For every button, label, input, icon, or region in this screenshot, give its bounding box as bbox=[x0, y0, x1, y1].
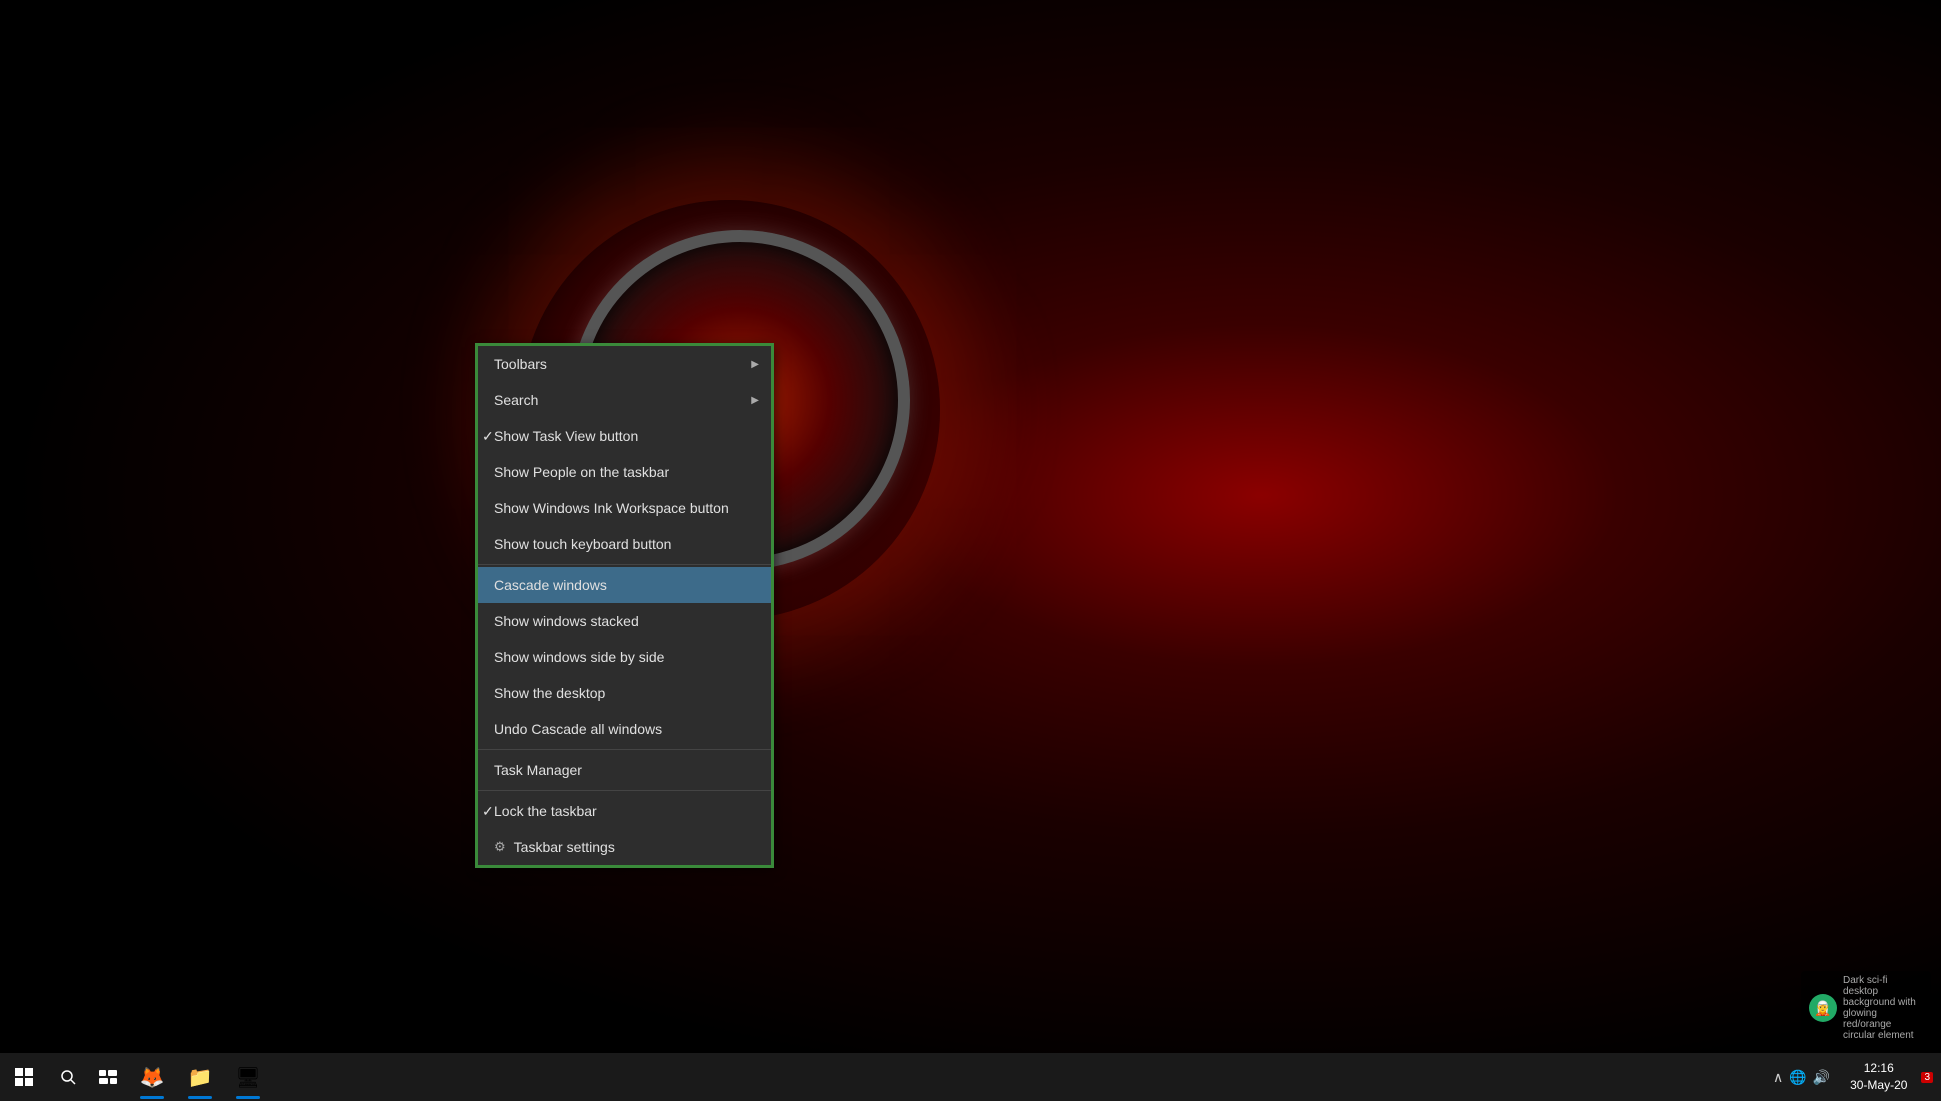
menu-item-lock-taskbar[interactable]: Lock the taskbar bbox=[478, 793, 771, 829]
menu-item-cascade[interactable]: Cascade windows bbox=[478, 567, 771, 603]
menu-item-show-task-view[interactable]: Show Task View button bbox=[478, 418, 771, 454]
tray-chevron[interactable]: ∧ bbox=[1773, 1069, 1783, 1086]
menu-item-show-touch[interactable]: Show touch keyboard button bbox=[478, 526, 771, 562]
menu-item-label: Taskbar settings bbox=[514, 839, 615, 855]
menu-item-show-desktop[interactable]: Show the desktop bbox=[478, 675, 771, 711]
menu-item-label: Show touch keyboard button bbox=[494, 536, 671, 552]
menu-item-show-people[interactable]: Show People on the taskbar bbox=[478, 454, 771, 490]
taskbar-app-rdp[interactable]: 🖥 bbox=[224, 1053, 272, 1101]
task-view-button[interactable] bbox=[88, 1053, 128, 1101]
taskbar-app-firefox[interactable]: 🦊 bbox=[128, 1053, 176, 1101]
menu-divider bbox=[478, 790, 771, 791]
brand-text: Dark sci-fi desktop background with glow… bbox=[1843, 975, 1923, 1041]
menu-item-task-manager[interactable]: Task Manager bbox=[478, 752, 771, 788]
menu-divider bbox=[478, 749, 771, 750]
taskbar-apps: 🦊 📁 🖥 bbox=[128, 1053, 272, 1101]
menu-item-label: Search bbox=[494, 392, 538, 408]
menu-item-toolbars[interactable]: Toolbars bbox=[478, 346, 771, 382]
menu-item-undo-cascade[interactable]: Undo Cascade all windows bbox=[478, 711, 771, 747]
system-clock[interactable]: 12:16 30-May-20 bbox=[1842, 1060, 1915, 1094]
search-button[interactable] bbox=[48, 1053, 88, 1101]
menu-item-label: Show Windows Ink Workspace button bbox=[494, 500, 729, 516]
menu-item-label: Show the desktop bbox=[494, 685, 605, 701]
menu-item-show-ink[interactable]: Show Windows Ink Workspace button bbox=[478, 490, 771, 526]
start-button[interactable] bbox=[0, 1053, 48, 1101]
menu-item-label: Show Task View button bbox=[494, 428, 638, 444]
watermark: 🧝 Dark sci-fi desktop background with gl… bbox=[1801, 971, 1931, 1045]
menu-item-label: Show windows side by side bbox=[494, 649, 664, 665]
gear-icon: ⚙ bbox=[494, 839, 506, 855]
clock-time: 12:16 bbox=[1864, 1060, 1894, 1077]
menu-item-taskbar-settings[interactable]: ⚙ Taskbar settings bbox=[478, 829, 771, 865]
taskbar: 🦊 📁 🖥 ∧ 🌐 🔊 12:16 30-May-20 3 bbox=[0, 1053, 1941, 1101]
brand-icon: 🧝 bbox=[1809, 994, 1837, 1022]
menu-item-label: Show People on the taskbar bbox=[494, 464, 669, 480]
tray-icons: ∧ 🌐 🔊 bbox=[1765, 1069, 1838, 1086]
menu-item-label: Undo Cascade all windows bbox=[494, 721, 662, 737]
menu-item-label: Show windows stacked bbox=[494, 613, 639, 629]
notification-badge[interactable]: 3 bbox=[1921, 1072, 1933, 1083]
clock-date: 30-May-20 bbox=[1850, 1077, 1907, 1094]
menu-item-search[interactable]: Search bbox=[478, 382, 771, 418]
menu-item-show-stacked[interactable]: Show windows stacked bbox=[478, 603, 771, 639]
menu-item-label: Cascade windows bbox=[494, 577, 607, 593]
menu-item-label: Lock the taskbar bbox=[494, 803, 597, 819]
menu-item-label: Toolbars bbox=[494, 356, 547, 372]
context-menu: Toolbars Search Show Task View button Show … bbox=[477, 345, 772, 866]
menu-divider bbox=[478, 564, 771, 565]
menu-item-show-side[interactable]: Show windows side by side bbox=[478, 639, 771, 675]
menu-item-label: Task Manager bbox=[494, 762, 582, 778]
tray-network-icon[interactable]: 🌐 bbox=[1789, 1069, 1806, 1086]
tray-sound-icon[interactable]: 🔊 bbox=[1813, 1069, 1830, 1086]
desktop-background bbox=[0, 0, 1941, 1101]
taskbar-app-explorer[interactable]: 📁 bbox=[176, 1053, 224, 1101]
system-tray: ∧ 🌐 🔊 12:16 30-May-20 3 bbox=[1765, 1053, 1941, 1101]
